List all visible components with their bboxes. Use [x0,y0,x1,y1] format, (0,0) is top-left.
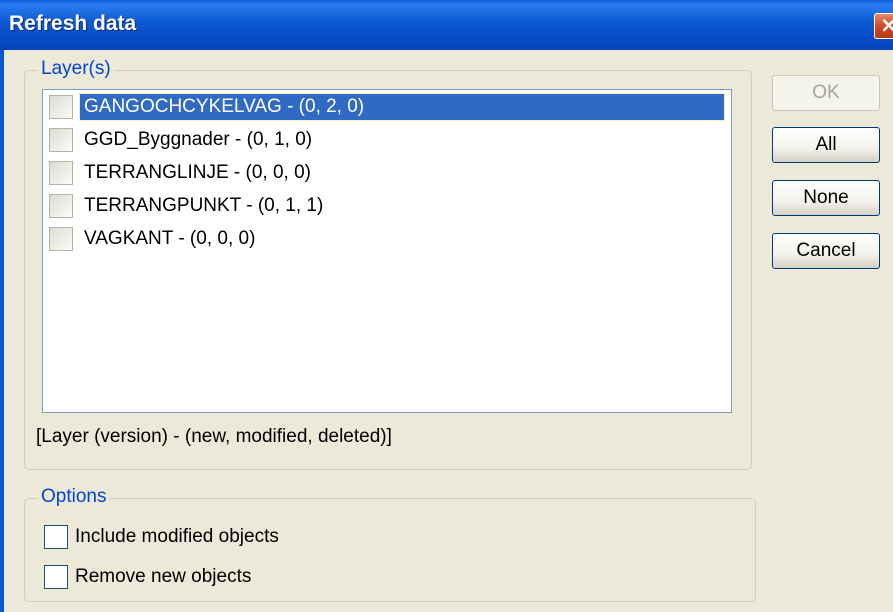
cancel-button[interactable]: Cancel [772,233,880,269]
layer-label: TERRANGPUNKT - (0, 1, 1) [84,195,324,216]
close-button[interactable]: × [874,13,893,39]
list-item[interactable]: GGD_Byggnader - (0, 1, 0) [49,124,729,156]
all-button[interactable]: All [772,127,880,163]
layers-group-legend: Layer(s) [38,58,114,80]
title-bar[interactable]: Refresh data × [0,0,893,50]
layer-label: GGD_Byggnader - (0, 1, 0) [84,129,313,150]
remove-new-checkbox[interactable] [44,565,68,589]
options-group-legend: Options [38,486,110,508]
layer-checkbox[interactable] [49,161,73,185]
include-modified-label: Include modified objects [75,526,279,547]
layer-checkbox[interactable] [49,128,73,152]
list-item[interactable]: TERRANGLINJE - (0, 0, 0) [49,157,729,189]
layer-list[interactable]: GANGOCHCYKELVAG - (0, 2, 0) GGD_Byggnade… [42,89,732,413]
layer-checkbox[interactable] [49,227,73,251]
list-item[interactable]: GANGOCHCYKELVAG - (0, 2, 0) [49,91,729,123]
layer-label: VAGKANT - (0, 0, 0) [84,228,256,249]
close-icon: × [880,13,893,37]
window-frame-left [0,50,4,612]
list-item[interactable]: VAGKANT - (0, 0, 0) [49,223,729,255]
remove-new-label: Remove new objects [75,566,252,587]
layer-format-hint: [Layer (version) - (new, modified, delet… [36,426,392,447]
layer-checkbox[interactable] [49,194,73,218]
layer-label: TERRANGLINJE - (0, 0, 0) [84,162,311,183]
ok-button[interactable]: OK [772,75,880,111]
none-button[interactable]: None [772,180,880,216]
window-title: Refresh data [9,12,137,35]
layer-label: GANGOCHCYKELVAG - (0, 2, 0) [79,93,725,121]
list-item[interactable]: TERRANGPUNKT - (0, 1, 1) [49,190,729,222]
layer-checkbox[interactable] [49,95,73,119]
include-modified-checkbox[interactable] [44,525,68,549]
